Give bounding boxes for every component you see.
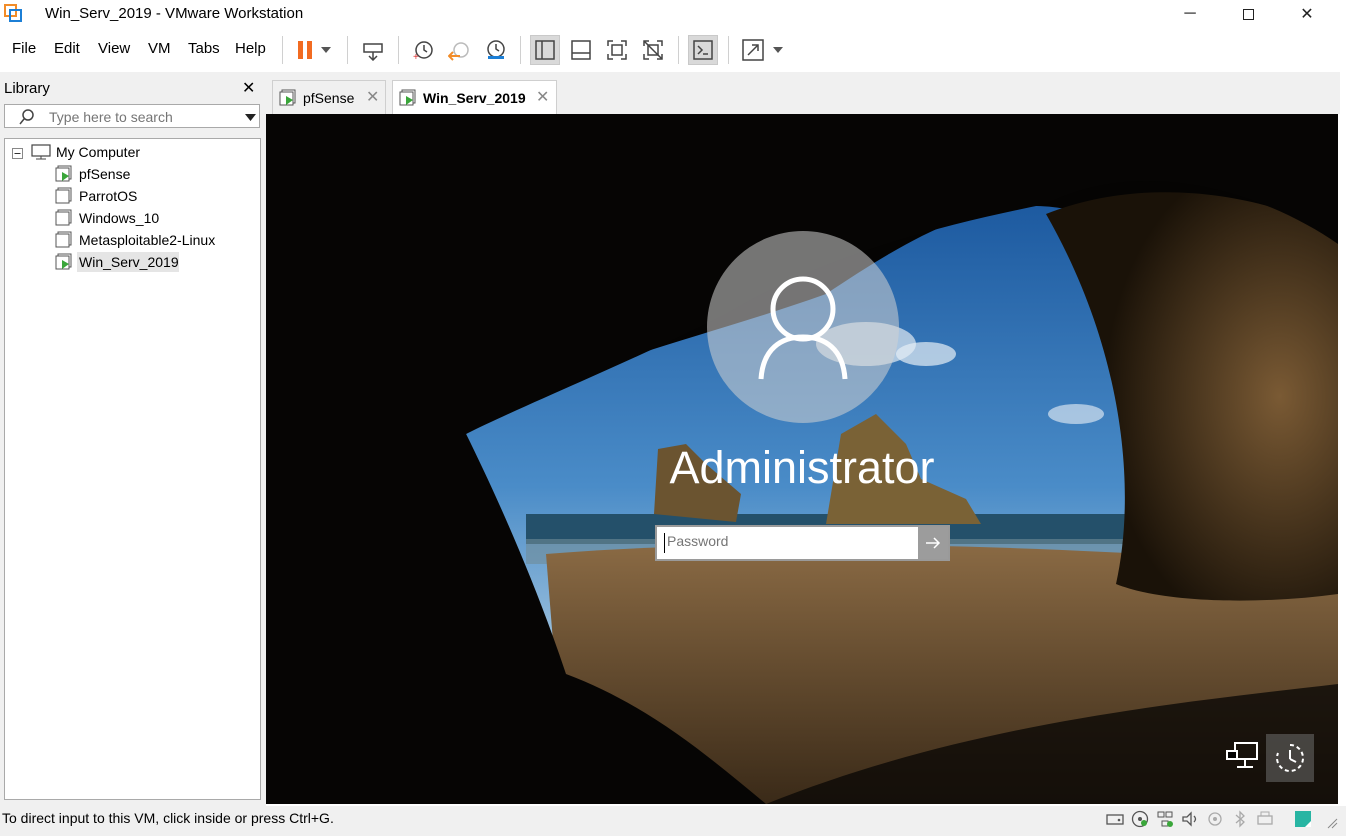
library-search-box[interactable] bbox=[4, 104, 260, 128]
full-screen-icon[interactable] bbox=[602, 35, 632, 65]
maximize-button[interactable] bbox=[1219, 0, 1277, 28]
camera-icon[interactable] bbox=[1206, 810, 1224, 828]
thumbnail-bar-icon[interactable] bbox=[566, 35, 596, 65]
cd-dvd-icon[interactable] bbox=[1131, 810, 1149, 828]
password-input[interactable] bbox=[665, 532, 909, 550]
tree-item-vm[interactable]: Windows_10 bbox=[79, 210, 159, 226]
vmware-logo-icon bbox=[4, 4, 22, 22]
tab-close-icon[interactable]: ✕ bbox=[536, 87, 549, 107]
tree-item-vm[interactable]: Metasploitable2-Linux bbox=[79, 232, 215, 248]
unity-mode-icon[interactable] bbox=[638, 35, 668, 65]
status-message: To direct input to this VM, click inside… bbox=[2, 810, 334, 826]
arrow-right-icon bbox=[926, 537, 941, 549]
account-name: Administrator bbox=[669, 442, 935, 493]
collapse-toggle-icon[interactable] bbox=[12, 146, 23, 164]
revert-snapshot-icon[interactable] bbox=[444, 35, 474, 65]
tree-root-my-computer[interactable]: My Computer bbox=[56, 144, 140, 160]
vm-icon bbox=[55, 209, 73, 232]
submit-arrow-button[interactable] bbox=[918, 527, 948, 559]
tab-win-serv-2019[interactable]: Win_Serv_2019 ✕ bbox=[392, 80, 557, 115]
close-library-icon[interactable]: ✕ bbox=[242, 78, 255, 98]
menu-edit[interactable]: Edit bbox=[54, 40, 80, 57]
search-input[interactable] bbox=[47, 108, 241, 126]
search-icon bbox=[19, 109, 34, 125]
stretch-dropdown-icon[interactable] bbox=[768, 35, 788, 65]
console-view-icon[interactable] bbox=[688, 35, 718, 65]
tree-item-vm[interactable]: ParrotOS bbox=[79, 188, 137, 204]
vm-running-icon bbox=[55, 165, 73, 188]
library-title: Library bbox=[4, 80, 50, 97]
tab-label: pfSense bbox=[303, 90, 355, 106]
menu-file[interactable]: File bbox=[12, 40, 36, 57]
window-title: Win_Serv_2019 - VMware Workstation bbox=[45, 5, 304, 22]
menu-view[interactable]: View bbox=[98, 40, 130, 57]
tab-label: Win_Serv_2019 bbox=[423, 90, 526, 106]
toolbar-separator bbox=[347, 36, 348, 64]
vm-display[interactable]: Administrator bbox=[266, 114, 1338, 804]
toolbar-separator bbox=[520, 36, 521, 64]
tree-item-vm-selected[interactable]: Win_Serv_2019 bbox=[79, 254, 179, 270]
vm-running-icon bbox=[55, 253, 73, 276]
resize-grip-icon[interactable] bbox=[1326, 816, 1338, 834]
ease-of-access-icon bbox=[1276, 744, 1304, 772]
tree-item-vm[interactable]: pfSense bbox=[79, 166, 130, 182]
vm-running-icon bbox=[399, 89, 416, 106]
vm-running-icon bbox=[279, 89, 296, 106]
menu-vm[interactable]: VM bbox=[148, 40, 171, 57]
stretch-guest-icon[interactable] bbox=[738, 35, 768, 65]
network-button[interactable] bbox=[1222, 736, 1262, 776]
network-icon bbox=[1226, 742, 1258, 768]
bluetooth-icon[interactable] bbox=[1231, 810, 1249, 828]
search-dropdown-icon[interactable] bbox=[245, 114, 256, 121]
printer-icon[interactable] bbox=[1256, 810, 1274, 828]
svg-text:+: + bbox=[413, 52, 419, 61]
ease-of-access-button[interactable] bbox=[1266, 734, 1314, 782]
vm-icon bbox=[55, 187, 73, 210]
vm-icon bbox=[55, 231, 73, 254]
password-field[interactable] bbox=[655, 525, 950, 561]
minimize-button[interactable]: ─ bbox=[1161, 0, 1219, 28]
message-log-icon[interactable] bbox=[1294, 810, 1312, 828]
toolbar-separator bbox=[282, 36, 283, 64]
snapshot-manager-icon[interactable] bbox=[480, 35, 510, 65]
usb-sound-icon[interactable] bbox=[1181, 810, 1199, 828]
send-ctrl-alt-del-icon[interactable] bbox=[358, 35, 388, 65]
user-icon bbox=[758, 276, 848, 380]
tab-pfsense[interactable]: pfSense ✕ bbox=[272, 80, 386, 114]
network-adapter-icon[interactable] bbox=[1156, 810, 1174, 828]
show-library-icon[interactable] bbox=[530, 35, 560, 65]
toolbar-separator bbox=[728, 36, 729, 64]
power-dropdown-icon[interactable] bbox=[316, 35, 336, 65]
snapshot-icon[interactable]: + bbox=[408, 35, 438, 65]
close-window-button[interactable]: ✕ bbox=[1278, 0, 1336, 28]
computer-icon bbox=[31, 144, 51, 165]
hard-disk-icon[interactable] bbox=[1106, 810, 1124, 828]
menu-tabs[interactable]: Tabs bbox=[188, 40, 220, 57]
tab-close-icon[interactable]: ✕ bbox=[366, 87, 379, 107]
menu-help[interactable]: Help bbox=[235, 40, 266, 57]
toolbar-separator bbox=[398, 36, 399, 64]
user-avatar bbox=[707, 231, 899, 423]
toolbar-separator bbox=[678, 36, 679, 64]
